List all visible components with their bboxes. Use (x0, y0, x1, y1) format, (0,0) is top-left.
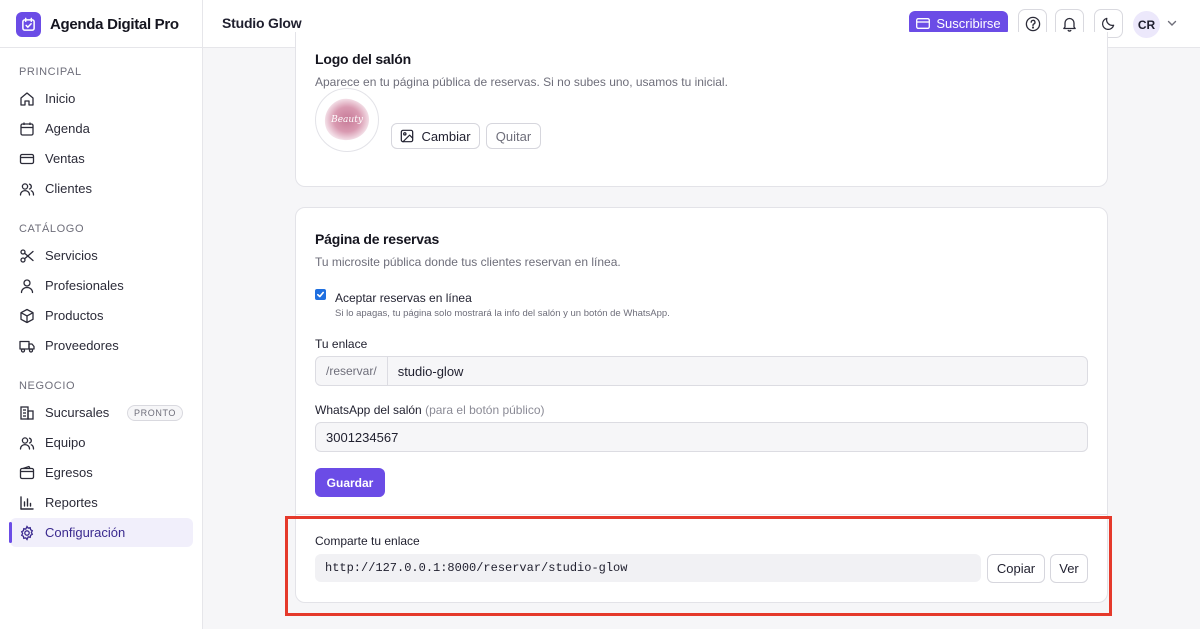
save-button[interactable]: Guardar (315, 468, 385, 497)
sidebar-item-agenda[interactable]: Agenda (10, 114, 193, 143)
user-avatar[interactable]: CR (1133, 11, 1160, 38)
sidebar-item-servicios[interactable]: Servicios (10, 241, 193, 270)
sidebar-item-label: Servicios (45, 248, 98, 263)
checkmark-icon (316, 291, 325, 298)
moon-icon (1101, 17, 1115, 31)
image-icon (401, 129, 414, 143)
sidebar-item-label: Egresos (45, 465, 93, 480)
sidebar-item-label: Equipo (45, 435, 86, 450)
nav-section-principal: PRINCIPAL (19, 66, 82, 78)
logo-card-title: Logo del salón (315, 51, 411, 67)
sidebar-item-equipo[interactable]: Equipo (10, 428, 193, 457)
whatsapp-input[interactable]: 3001234567 (315, 422, 1088, 452)
link-field-label: Tu enlace (315, 337, 368, 351)
view-link-button[interactable]: Ver (1050, 554, 1088, 583)
sidebar-item-label: Inicio (45, 91, 76, 106)
sidebar-item-label: Profesionales (45, 278, 124, 293)
header-divider (202, 0, 203, 48)
sidebar-item-productos[interactable]: Productos (10, 301, 193, 330)
remove-logo-label: Quitar (495, 128, 532, 144)
building-icon (20, 405, 34, 420)
booking-page-card: Página de reservas Tu microsite pública … (295, 207, 1108, 603)
help-icon (1025, 16, 1040, 31)
accept-bookings-checkbox[interactable] (315, 289, 326, 300)
calendar-logo-icon (16, 11, 41, 37)
share-url-text: http://127.0.0.1:8000/reservar/studio-gl… (325, 561, 628, 575)
change-logo-label: Cambiar (421, 128, 471, 144)
sidebar-item-sucursales[interactable]: Sucursales PRONTO (10, 398, 193, 427)
logo-card: Logo del salón Aparece en tu página públ… (295, 32, 1108, 187)
chevron-down-icon[interactable] (1166, 17, 1178, 29)
sidebar-item-label: Sucursales (45, 405, 110, 420)
whatsapp-label-hint: (para el botón público) (425, 403, 545, 417)
salon-logo-image: Beauty (324, 98, 370, 141)
chart-icon (20, 495, 34, 510)
sidebar-item-label: Productos (45, 308, 104, 323)
home-icon (20, 91, 34, 106)
sidebar: PRINCIPAL Inicio Agenda Ventas Clientes … (0, 48, 203, 629)
box-icon (20, 308, 34, 323)
scissors-icon (20, 248, 34, 263)
salon-logo: Beauty (315, 88, 379, 152)
link-prefix: /reservar/ (316, 357, 388, 385)
sidebar-item-proveedores[interactable]: Proveedores (10, 331, 193, 360)
credit-card-icon (916, 18, 931, 29)
sidebar-item-inicio[interactable]: Inicio (10, 84, 193, 113)
coming-soon-badge: PRONTO (127, 404, 183, 421)
share-url-field[interactable]: http://127.0.0.1:8000/reservar/studio-gl… (315, 554, 981, 582)
sidebar-item-label: Clientes (45, 181, 92, 196)
share-divider (296, 514, 1108, 515)
wallet-icon (19, 465, 35, 479)
change-logo-button[interactable]: Cambiar (391, 123, 480, 149)
booking-card-title: Página de reservas (315, 231, 440, 247)
sidebar-item-profesionales[interactable]: Profesionales (10, 271, 193, 300)
remove-logo-button[interactable]: Quitar (486, 123, 541, 149)
team-icon (19, 436, 35, 450)
sidebar-item-egresos[interactable]: Egresos (10, 458, 193, 487)
share-link-label: Comparte tu enlace (315, 534, 420, 548)
whatsapp-label-text: WhatsApp del salón (315, 403, 422, 417)
sidebar-item-reportes[interactable]: Reportes (10, 488, 193, 517)
sidebar-item-label: Reportes (45, 495, 98, 510)
view-link-label: Ver (1059, 561, 1079, 576)
bell-icon (1063, 17, 1076, 32)
booking-link-field[interactable]: /reservar/ studio-glow (315, 356, 1088, 386)
whatsapp-field-label: WhatsApp del salón (para el botón públic… (315, 403, 545, 417)
brand[interactable]: Agenda Digital Pro (16, 11, 179, 37)
sidebar-item-label: Ventas (45, 151, 85, 166)
accept-bookings-help: Si lo apagas, tu página solo mostrará la… (335, 308, 670, 319)
sidebar-item-clientes[interactable]: Clientes (10, 174, 193, 203)
sidebar-item-label: Configuración (45, 525, 126, 540)
booking-slug-input[interactable]: studio-glow (387, 363, 464, 379)
nav-section-negocio: NEGOCIO (19, 380, 76, 392)
copy-link-button[interactable]: Copiar (987, 554, 1045, 583)
copy-link-label: Copiar (996, 561, 1036, 576)
salon-name: Studio Glow (222, 15, 302, 31)
whatsapp-value: 3001234567 (326, 429, 399, 445)
sidebar-item-ventas[interactable]: Ventas (10, 144, 193, 173)
calendar-icon (20, 122, 34, 136)
svg-text:Beauty: Beauty (330, 115, 364, 125)
truck-icon (19, 340, 35, 353)
nav-section-catalogo: CATÁLOGO (19, 223, 85, 235)
subscribe-label: Suscribirse (936, 16, 1001, 31)
accept-bookings-label: Aceptar reservas en línea (335, 291, 472, 305)
sidebar-item-configuracion[interactable]: Configuración (9, 518, 193, 547)
booking-card-subtitle: Tu microsite pública donde tus clientes … (315, 255, 621, 269)
gear-icon (20, 524, 34, 541)
logo-card-subtitle: Aparece en tu página pública de reservas… (315, 75, 728, 89)
user-icon (20, 278, 34, 293)
card-icon (19, 153, 35, 164)
brand-name: Agenda Digital Pro (50, 15, 179, 33)
sidebar-item-label: Proveedores (45, 338, 119, 353)
users-icon (19, 182, 35, 196)
sidebar-item-label: Agenda (45, 121, 90, 136)
